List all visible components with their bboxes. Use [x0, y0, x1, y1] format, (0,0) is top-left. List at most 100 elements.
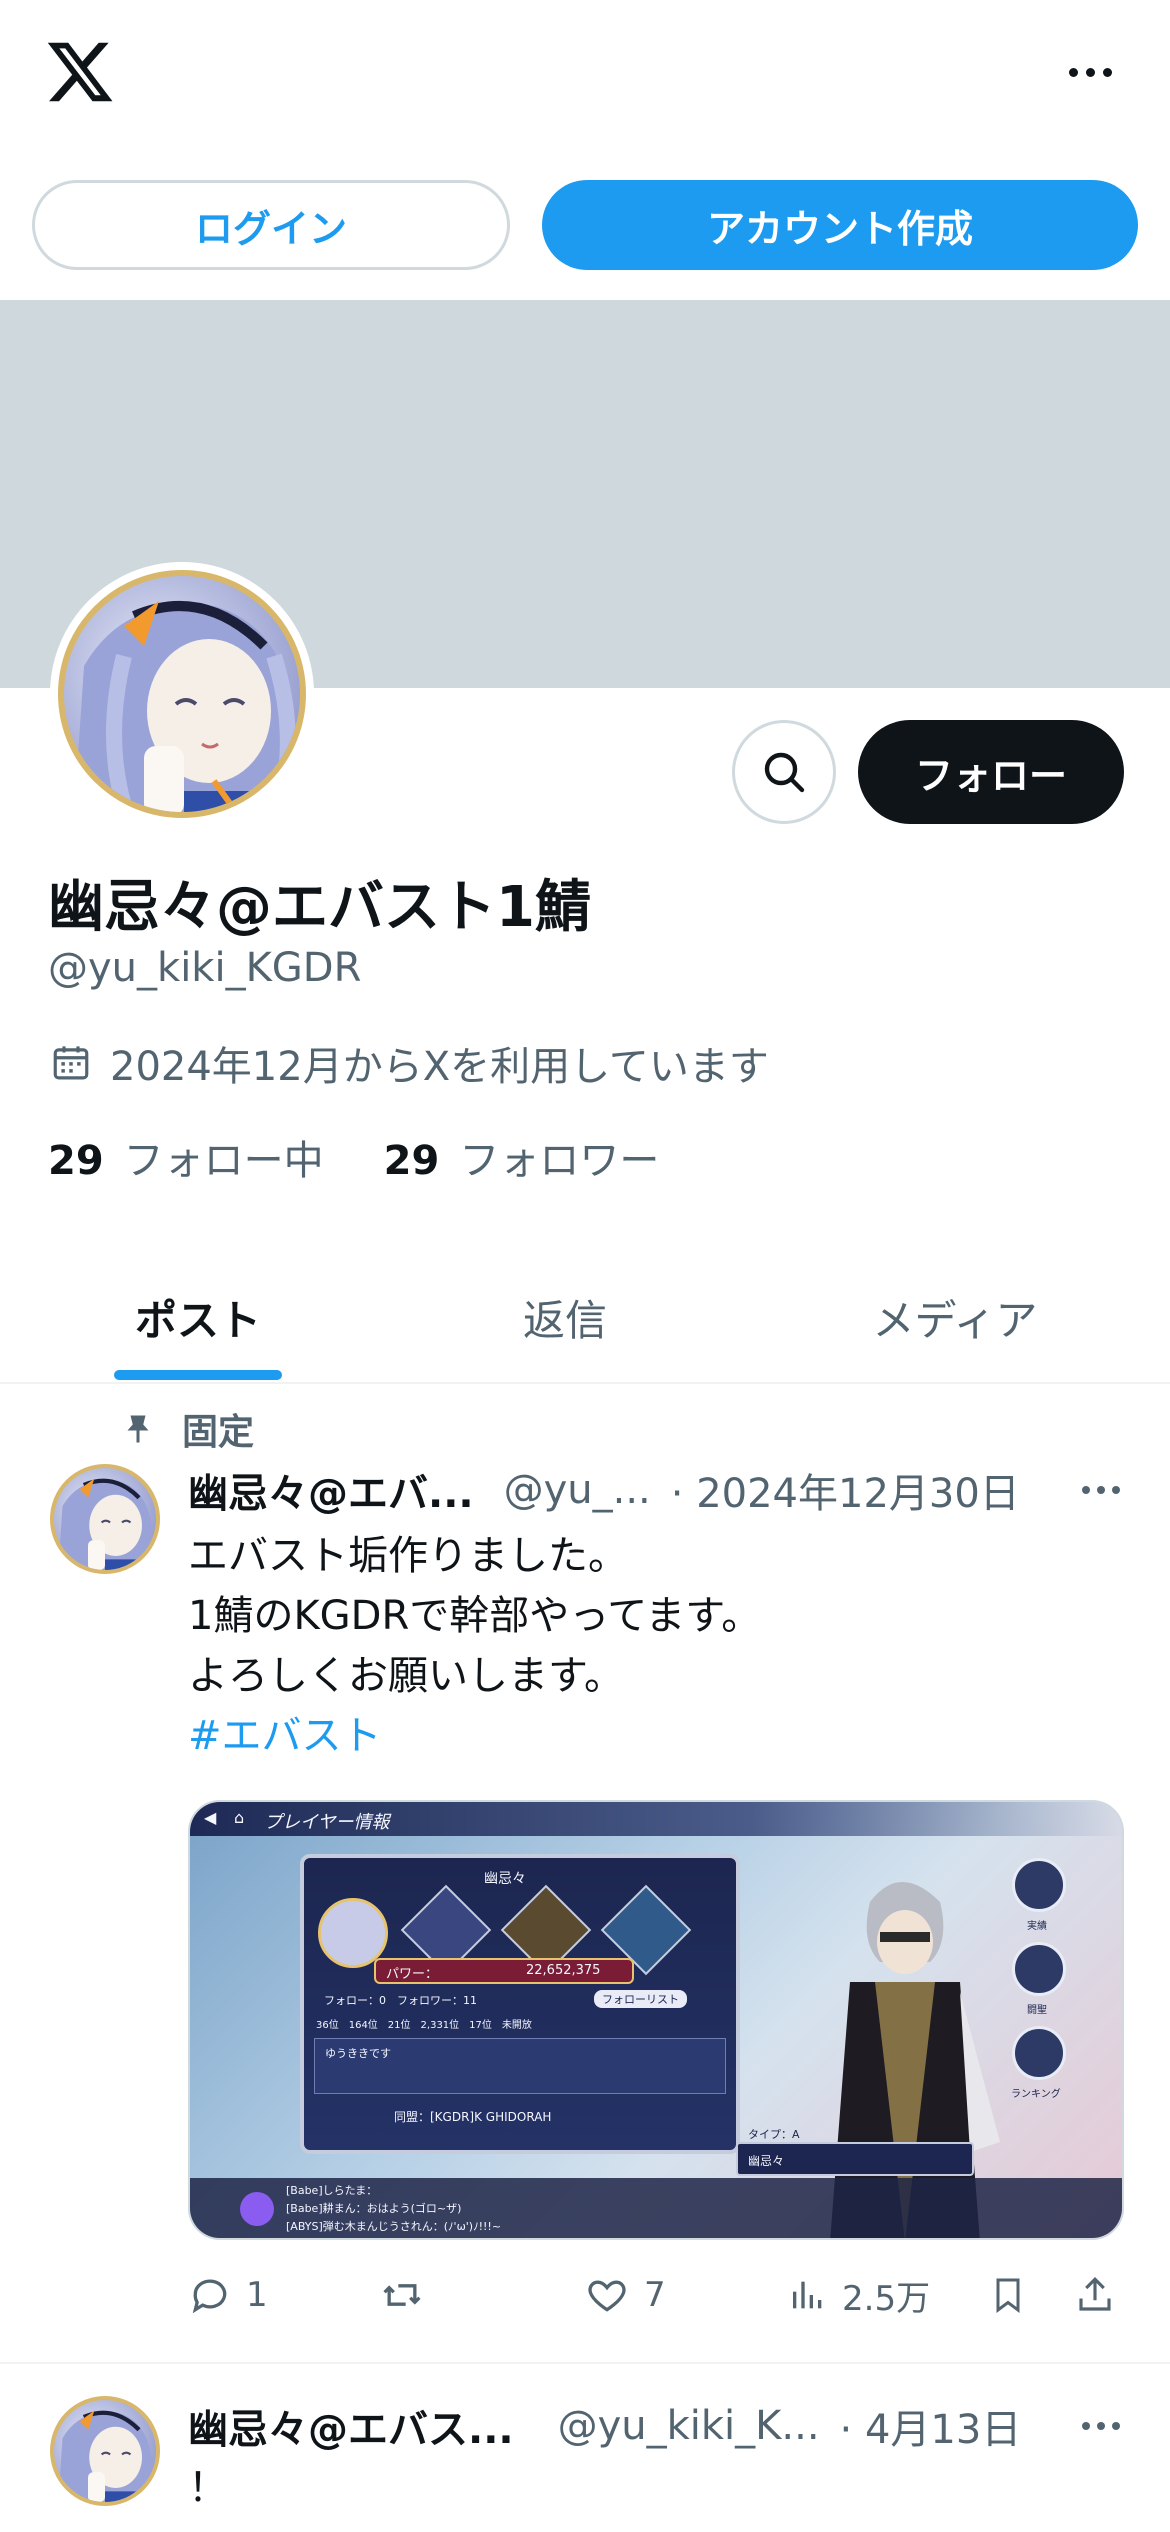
game-header-bar: ◀ ⌂ プレイヤー情報	[190, 1802, 1122, 1836]
reply-button[interactable]: 1	[188, 2264, 268, 2326]
heart-icon	[588, 2280, 626, 2312]
reply-count: 1	[246, 2275, 268, 2315]
more-options-icon[interactable]	[1060, 50, 1120, 94]
post-avatar[interactable]	[50, 2396, 160, 2506]
following-count: 29	[48, 1138, 104, 1184]
pinned-label: 固定	[182, 1412, 255, 1453]
player-info-panel: 幽忌々 パワー： 22,652,375 フォロー：0 フォロワー：11 フォロー…	[300, 1854, 740, 2154]
post-author-name[interactable]: 幽忌々@エバス...	[188, 2397, 514, 2455]
search-button[interactable]	[732, 720, 836, 824]
avatar-illustration	[74, 601, 296, 812]
profile-display-name: 幽忌々@エバスト1鯖	[48, 875, 591, 940]
game-power-value: 22,652,375	[526, 1963, 601, 1978]
like-count: 7	[644, 2275, 666, 2315]
post-card[interactable]: 固定 幽忌々@エバ... @yu_... · 2024年12月30日 エバスト垢…	[0, 1384, 1170, 2364]
following-label: フォロー中	[123, 1138, 324, 1184]
post-avatar[interactable]	[50, 1464, 160, 1574]
pinned-indicator: 固定	[120, 1404, 254, 1454]
post-more-icon[interactable]	[1082, 1460, 1120, 1520]
tab-posts[interactable]: ポスト	[0, 1250, 396, 1384]
followers-label: フォロワー	[459, 1138, 660, 1184]
top-bar	[0, 0, 1170, 160]
joined-date: 2024年12月からXを利用しています	[50, 1036, 769, 1090]
game-back-icon: ◀	[204, 1808, 217, 1827]
avatar-illustration	[58, 2410, 152, 2502]
post-line: エバスト垢作りました。	[188, 1533, 628, 1579]
post-line: よろしくお願いします。	[188, 1653, 624, 1699]
game-player-name: 幽忌々	[484, 1871, 526, 1887]
game-side-label: ランキング	[1011, 2089, 1061, 2100]
repost-button[interactable]	[378, 2264, 440, 2326]
post-body: ！	[188, 2465, 228, 2511]
repost-icon	[383, 2284, 421, 2306]
tab-replies[interactable]: 返信	[370, 1250, 760, 1384]
login-button[interactable]: ログイン	[32, 180, 510, 270]
game-follow-list: フォローリスト	[594, 1990, 687, 2008]
profile-avatar[interactable]	[50, 562, 314, 826]
game-power-bar: パワー： 22,652,375	[374, 1958, 634, 1984]
game-side-button-1: 実績	[1012, 1858, 1066, 1932]
game-ranks: 36位 164位 21位 2,331位 17位 未開放	[316, 2020, 532, 2031]
game-side-label: 闘聖	[1027, 2005, 1047, 2016]
game-follow-stats: フォロー：0 フォロワー：11	[324, 1994, 477, 2007]
share-button[interactable]	[1074, 2264, 1116, 2326]
views-count: 2.5万	[842, 2278, 931, 2319]
post-header: 幽忌々@エバ... @yu_... · 2024年12月30日	[188, 1460, 1020, 1520]
tab-media[interactable]: メディア	[760, 1250, 1150, 1384]
game-side-label: 実績	[1027, 1921, 1047, 1932]
like-button[interactable]: 7	[584, 2264, 666, 2326]
joined-text: 2024年12月からXを利用しています	[110, 1044, 769, 1090]
signup-button[interactable]: アカウント作成	[542, 180, 1138, 270]
game-power-label: パワー：	[386, 1967, 439, 1982]
profile-handle: @yu_kiki_KGDR	[48, 945, 362, 991]
post-date[interactable]: · 2024年12月30日	[671, 1461, 1020, 1519]
x-logo-icon[interactable]	[44, 36, 116, 108]
game-type-label: タイプ：A	[748, 2128, 800, 2141]
follow-stats: 29 フォロー中 29 フォロワー	[48, 1130, 659, 1184]
game-type-box: タイプ：A 幽忌々	[736, 2128, 974, 2176]
game-chat-icon	[240, 2192, 274, 2226]
post-more-icon[interactable]	[1082, 2396, 1120, 2456]
active-tab-indicator	[114, 1370, 282, 1380]
game-chat-line: [ABYS]弾む木まんじうされん：(ﾉ'ω')ﾉ!!!~	[286, 2220, 502, 2233]
post-date[interactable]: · 4月13日	[840, 2397, 1022, 2455]
post-media-image[interactable]: ◀ ⌂ プレイヤー情報 幽忌々 パワー： 22,652,375 フォロー：0 フ…	[188, 1800, 1124, 2240]
post-actions: 1 7 2.5万	[188, 2264, 1128, 2326]
game-bio: ゆうききです	[325, 2047, 391, 2060]
share-icon	[1079, 2277, 1111, 2311]
game-char-name: 幽忌々	[748, 2154, 785, 2168]
profile-tabs: ポスト 返信 メディア	[0, 1250, 1170, 1384]
following-link[interactable]: 29 フォロー中	[48, 1128, 324, 1186]
follow-button[interactable]: フォロー	[858, 720, 1124, 824]
game-bio-box: ゆうききです	[314, 2038, 726, 2094]
reply-icon	[192, 2279, 227, 2314]
calendar-icon	[53, 1046, 89, 1080]
auth-buttons: ログイン アカウント作成	[32, 180, 1138, 272]
avatar-image	[58, 570, 306, 818]
game-chat-line: [Babe]しらたま：	[286, 2184, 378, 2197]
views-button[interactable]: 2.5万	[788, 2264, 930, 2326]
hashtag-link[interactable]: #エバスト	[188, 1706, 761, 1766]
post-body: エバスト垢作りました。 1鯖のKGDRで幹部やってます。 よろしくお願いします。…	[188, 1526, 761, 1766]
post-line: 1鯖のKGDRで幹部やってます。	[188, 1593, 762, 1639]
post-header: 幽忌々@エバス... @yu_kiki_K... · 4月13日	[188, 2396, 1021, 2456]
post-card[interactable]: 幽忌々@エバス... @yu_kiki_K... · 4月13日 ！	[0, 2366, 1170, 2532]
bookmark-button[interactable]	[988, 2264, 1028, 2326]
game-chat-line: [Babe]耕まん：おはよう(ゴロ~ザ)	[286, 2202, 462, 2215]
views-icon	[793, 2281, 822, 2309]
bookmark-icon	[996, 2278, 1020, 2313]
post-author-name[interactable]: 幽忌々@エバ...	[188, 1461, 474, 1519]
followers-link[interactable]: 29 フォロワー	[384, 1128, 660, 1186]
avatar-illustration	[58, 1478, 152, 1570]
game-home-icon: ⌂	[234, 1808, 245, 1827]
game-side-button-3: ランキング	[1011, 2026, 1066, 2100]
post-author-handle[interactable]: @yu_kiki_K...	[558, 2403, 820, 2449]
pin-icon	[127, 1415, 149, 1443]
game-guild: 同盟：[KGDR]K GHIDORAH	[394, 2110, 552, 2124]
search-icon	[764, 752, 805, 793]
game-chat-box: [Babe]しらたま： [Babe]耕まん：おはよう(ゴロ~ザ) [ABYS]弾…	[190, 2178, 1122, 2238]
game-header-title: プレイヤー情報	[264, 1812, 390, 1833]
post-author-handle[interactable]: @yu_...	[504, 1467, 651, 1513]
game-side-button-2: 闘聖	[1012, 1942, 1066, 2016]
followers-count: 29	[383, 1138, 440, 1184]
